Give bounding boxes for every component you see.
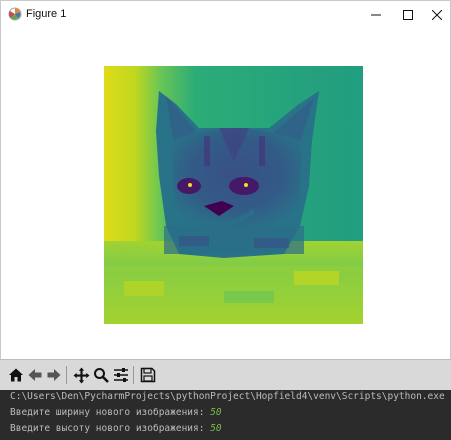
window-title: Figure 1	[26, 8, 67, 20]
maximize-icon	[403, 9, 413, 20]
maximize-button[interactable]	[393, 1, 423, 28]
title-bar[interactable]: Figure 1	[1, 1, 450, 28]
height-prompt-text: Введите высоту нового изображения:	[10, 423, 211, 434]
pan-icon	[73, 367, 89, 383]
run-console[interactable]: C:\Users\Den\PycharmProjects\pythonProje…	[0, 390, 451, 440]
cat-image-plot	[104, 66, 363, 324]
back-button[interactable]	[25, 365, 45, 385]
zoom-icon	[94, 368, 109, 383]
pan-button[interactable]	[71, 365, 91, 385]
console-height-prompt: Введите высоту нового изображения: 50	[10, 423, 222, 434]
width-prompt-text: Введите ширину нового изображения:	[10, 407, 211, 418]
save-button[interactable]	[138, 365, 158, 385]
forward-button[interactable]	[44, 365, 64, 385]
configure-subplots-icon	[114, 368, 128, 382]
matplotlib-logo-icon	[8, 7, 22, 21]
toolbar-separator	[66, 366, 67, 384]
console-width-prompt: Введите ширину нового изображения: 50	[10, 407, 222, 418]
height-input-value: 50	[210, 423, 222, 434]
figure-window: Figure 1	[0, 0, 451, 360]
back-icon	[28, 369, 42, 381]
minimize-button[interactable]	[361, 1, 391, 28]
close-button[interactable]	[422, 1, 451, 28]
toolbar-separator	[133, 366, 134, 384]
width-input-value: 50	[210, 407, 222, 418]
home-button[interactable]	[6, 365, 26, 385]
configure-subplots-button[interactable]	[111, 365, 131, 385]
forward-icon	[47, 369, 61, 381]
console-command-line: C:\Users\Den\PycharmProjects\pythonProje…	[10, 391, 451, 402]
save-icon	[140, 367, 156, 383]
figure-canvas[interactable]	[1, 28, 450, 360]
minimize-icon	[371, 14, 381, 15]
navigation-toolbar	[0, 359, 451, 391]
zoom-button[interactable]	[91, 365, 111, 385]
home-icon	[9, 368, 23, 382]
close-icon	[432, 9, 442, 20]
